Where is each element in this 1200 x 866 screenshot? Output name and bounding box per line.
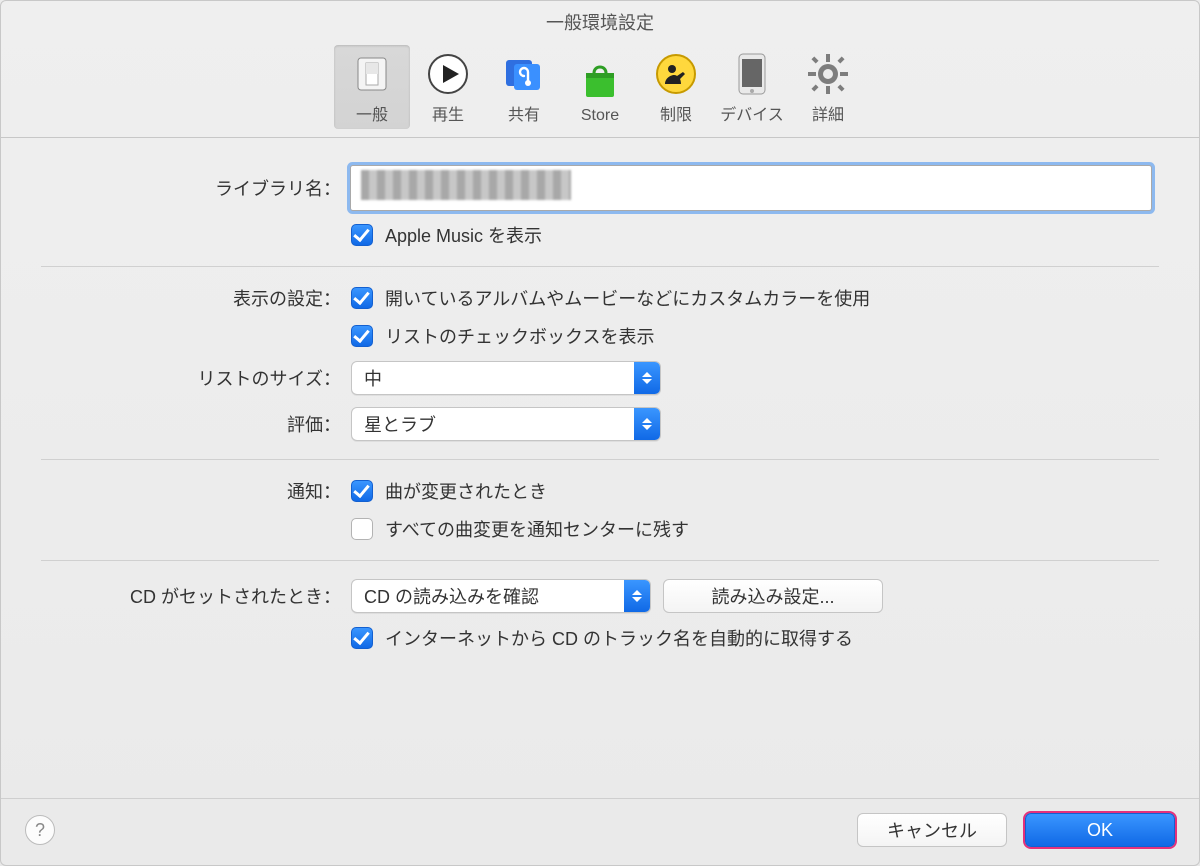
devices-icon xyxy=(729,51,775,97)
tab-devices[interactable]: デバイス xyxy=(714,45,790,129)
divider xyxy=(41,459,1159,460)
ok-label: OK xyxy=(1087,820,1113,841)
sharing-icon xyxy=(501,51,547,97)
preferences-content: ライブラリ名： Apple Music を表示 表示の設定： 開いているアルバム… xyxy=(1,138,1199,798)
tab-store[interactable]: Store xyxy=(562,51,638,129)
apple-music-label: Apple Music を表示 xyxy=(385,222,542,248)
list-checkboxes-label: リストのチェックボックスを表示 xyxy=(385,323,654,349)
library-name-input[interactable] xyxy=(351,166,1151,210)
tab-sharing-label: 共有 xyxy=(508,101,540,125)
ok-button[interactable]: OK xyxy=(1025,813,1175,847)
footer: ? キャンセル OK xyxy=(1,798,1199,865)
rating-value: 星とラブ xyxy=(352,411,634,437)
window-title: 一般環境設定 xyxy=(1,1,1199,39)
restrictions-icon xyxy=(653,51,699,97)
list-checkboxes-checkbox[interactable] xyxy=(351,325,373,347)
auto-track-names-checkbox[interactable] xyxy=(351,627,373,649)
tab-devices-label: デバイス xyxy=(720,101,784,125)
label-cd-insert: CD がセットされたとき： xyxy=(41,583,351,609)
redacted-text xyxy=(361,170,571,200)
label-notifications: 通知： xyxy=(41,478,351,504)
cd-action-select[interactable]: CD の読み込みを確認 xyxy=(351,579,651,613)
tab-restrictions[interactable]: 制限 xyxy=(638,45,714,129)
stepper-icon xyxy=(634,408,660,440)
gear-icon xyxy=(805,51,851,97)
song-changed-checkbox[interactable] xyxy=(351,480,373,502)
tab-playback[interactable]: 再生 xyxy=(410,45,486,129)
label-list-size: リストのサイズ： xyxy=(41,365,351,391)
custom-color-label: 開いているアルバムやムービーなどにカスタムカラーを使用 xyxy=(385,285,870,311)
cd-action-value: CD の読み込みを確認 xyxy=(352,583,624,609)
cancel-label: キャンセル xyxy=(887,817,977,843)
import-settings-button[interactable]: 読み込み設定... xyxy=(663,579,883,613)
label-view-settings: 表示の設定： xyxy=(41,285,351,311)
rating-select[interactable]: 星とラブ xyxy=(351,407,661,441)
tab-advanced-label: 詳細 xyxy=(812,101,844,125)
list-size-value: 中 xyxy=(352,365,634,391)
list-size-select[interactable]: 中 xyxy=(351,361,661,395)
tab-advanced[interactable]: 詳細 xyxy=(790,45,866,129)
song-changed-label: 曲が変更されたとき xyxy=(385,478,547,504)
auto-track-names-label: インターネットから CD のトラック名を自動的に取得する xyxy=(385,625,853,651)
preferences-toolbar: 一般 再生 共有 Store 制限 xyxy=(1,39,1199,138)
tab-store-label: Store xyxy=(581,107,619,125)
custom-color-checkbox[interactable] xyxy=(351,287,373,309)
apple-music-checkbox[interactable] xyxy=(351,224,373,246)
store-icon xyxy=(577,57,623,103)
preferences-window: 一般環境設定 一般 再生 共有 Store xyxy=(0,0,1200,866)
import-settings-label: 読み込み設定... xyxy=(711,583,834,609)
divider xyxy=(41,266,1159,267)
label-library-name: ライブラリ名： xyxy=(41,175,351,201)
tab-sharing[interactable]: 共有 xyxy=(486,45,562,129)
keep-in-nc-checkbox[interactable] xyxy=(351,518,373,540)
label-rating: 評価： xyxy=(41,411,351,437)
help-icon: ? xyxy=(35,820,45,841)
keep-in-nc-label: すべての曲変更を通知センターに残す xyxy=(385,516,689,542)
divider xyxy=(41,560,1159,561)
cancel-button[interactable]: キャンセル xyxy=(857,813,1007,847)
help-button[interactable]: ? xyxy=(25,815,55,845)
switch-icon xyxy=(349,51,395,97)
play-icon xyxy=(425,51,471,97)
tab-general-label: 一般 xyxy=(356,101,388,125)
stepper-icon xyxy=(624,580,650,612)
tab-restrictions-label: 制限 xyxy=(660,101,692,125)
tab-general[interactable]: 一般 xyxy=(334,45,410,129)
tab-playback-label: 再生 xyxy=(432,101,464,125)
stepper-icon xyxy=(634,362,660,394)
